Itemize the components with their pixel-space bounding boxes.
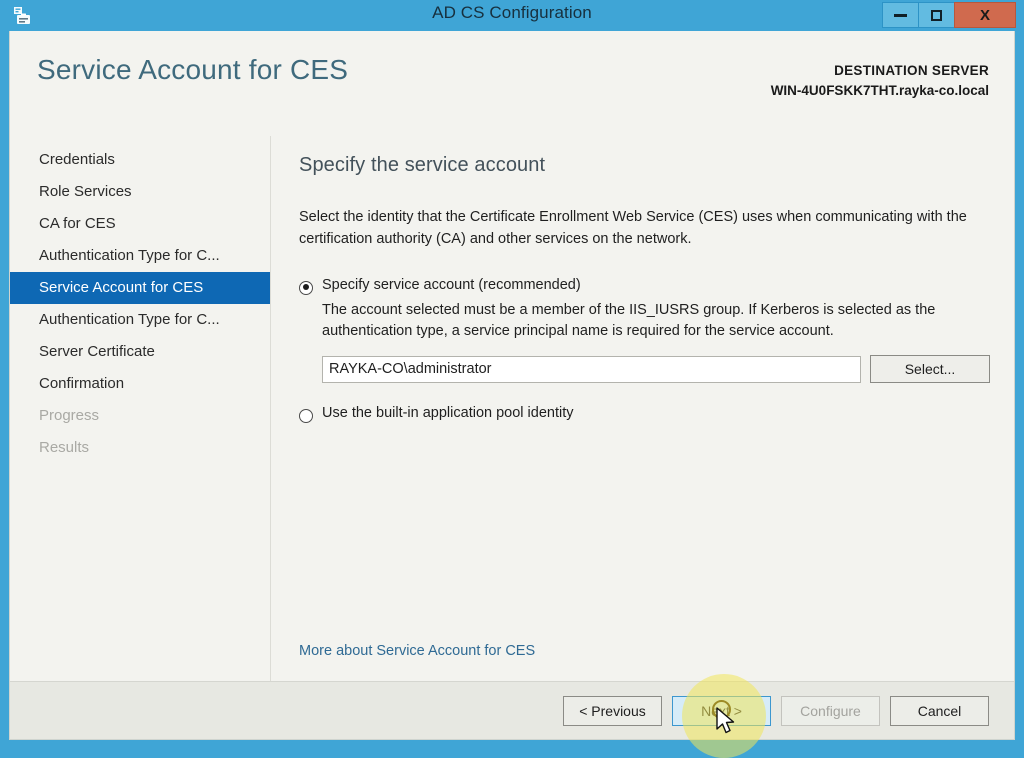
- service-account-field-row: RAYKA-CO\administrator Select...: [322, 355, 990, 383]
- wizard-footer: < Previous Next > Configure Cancel: [10, 681, 1014, 739]
- radio-specify-service-account[interactable]: [299, 280, 313, 295]
- sidebar-item-results: Results: [39, 439, 90, 456]
- maximize-button[interactable]: [918, 2, 955, 28]
- sidebar-item-service-account-for-ces[interactable]: Service Account for CES: [10, 272, 270, 304]
- page-title: Service Account for CES: [37, 54, 349, 85]
- destination-server-name: WIN-4U0FSKK7THT.rayka-co.local: [770, 82, 989, 98]
- destination-server-block: DESTINATION SERVER WIN-4U0FSKK7THT.rayka…: [771, 61, 989, 100]
- window-controls: X: [882, 2, 1016, 28]
- sidebar-item-authentication-type-2[interactable]: Authentication Type for C...: [10, 304, 270, 336]
- more-about-link[interactable]: More about Service Account for CES: [299, 643, 535, 659]
- destination-server-label: DESTINATION SERVER: [834, 63, 989, 78]
- content-heading: Specify the service account: [299, 154, 546, 176]
- option-specify-help-text: The account selected must be a member of…: [322, 301, 936, 340]
- option-specify-service-account[interactable]: Specify service account (recommended): [299, 277, 990, 295]
- sidebar-item-authentication-type-1[interactable]: Authentication Type for C...: [10, 240, 270, 272]
- wizard-content: Specify the service account Select the i…: [271, 136, 1014, 681]
- select-account-button[interactable]: Select...: [870, 355, 990, 383]
- ad-cs-configuration-window: AD CS Configuration X Service Account fo…: [0, 0, 1024, 758]
- wizard-navigation: Credentials Role Services CA for CES Aut…: [10, 136, 271, 681]
- configure-button: Configure: [781, 695, 880, 726]
- option-specify-label[interactable]: Specify service account (recommended): [322, 277, 581, 293]
- minimize-button[interactable]: [882, 2, 919, 28]
- title-bar: AD CS Configuration X: [0, 0, 1024, 31]
- service-account-options: Specify service account (recommended) Th…: [299, 277, 990, 423]
- sidebar-item-role-services[interactable]: Role Services: [10, 176, 270, 208]
- maximize-icon: [931, 9, 942, 21]
- cancel-button[interactable]: Cancel: [890, 695, 989, 726]
- next-button[interactable]: Next >: [672, 695, 771, 726]
- wizard-body: Credentials Role Services CA for CES Aut…: [10, 136, 1014, 681]
- minimize-icon: [894, 13, 907, 17]
- option-builtin-label[interactable]: Use the built-in application pool identi…: [322, 405, 573, 421]
- content-description: Select the identity that the Certificate…: [299, 209, 967, 247]
- sidebar-item-server-certificate[interactable]: Server Certificate: [10, 336, 270, 368]
- sidebar-item-confirmation[interactable]: Confirmation: [10, 368, 270, 400]
- sidebar-item-progress: Progress: [39, 407, 100, 424]
- window-title: AD CS Configuration: [432, 3, 592, 22]
- radio-builtin-app-pool-identity[interactable]: [299, 409, 313, 423]
- service-account-input[interactable]: RAYKA-CO\administrator: [322, 355, 861, 383]
- previous-button[interactable]: < Previous: [563, 695, 662, 726]
- sidebar-item-ca-for-ces[interactable]: CA for CES: [10, 208, 270, 240]
- sidebar-item-credentials[interactable]: Credentials: [10, 144, 270, 176]
- client-area: Service Account for CES DESTINATION SERV…: [9, 31, 1015, 740]
- wizard-header: Service Account for CES DESTINATION SERV…: [10, 31, 1014, 136]
- option-builtin-app-pool-identity[interactable]: Use the built-in application pool identi…: [299, 405, 990, 423]
- close-button[interactable]: X: [954, 2, 1016, 28]
